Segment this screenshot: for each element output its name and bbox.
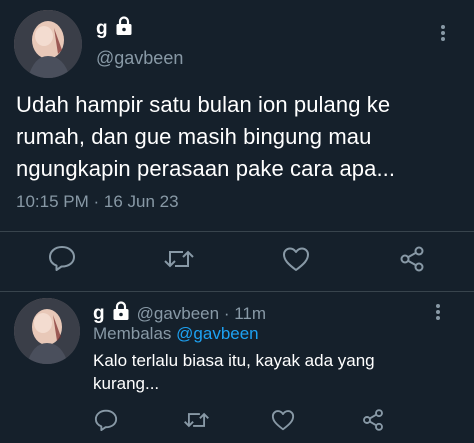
more-options-icon[interactable] (435, 303, 441, 326)
user-handle[interactable]: @gavbeen (96, 48, 183, 69)
retweet-icon[interactable] (163, 246, 195, 272)
avatar[interactable] (14, 298, 80, 364)
reply-text-line: Kalo terlalu biasa itu, kayak ada yang (93, 351, 375, 370)
display-name[interactable]: g (96, 18, 108, 40)
user-handle-time[interactable]: @gavbeen · 11m (137, 304, 266, 324)
like-icon[interactable] (282, 246, 310, 272)
more-options-icon[interactable] (440, 24, 446, 47)
lock-icon (115, 16, 133, 41)
replying-to: Membalas @gavbeen (93, 324, 259, 344)
share-icon[interactable] (398, 245, 426, 273)
replying-prefix: Membalas (93, 324, 172, 343)
share-icon[interactable] (361, 408, 385, 432)
reply-icon[interactable] (94, 409, 118, 431)
tweet-text-line: rumah, dan gue masih bingung mau (16, 124, 372, 149)
mention-link[interactable]: @gavbeen (176, 324, 259, 343)
tweet-text-line: Udah hampir satu bulan ion pulang ke (16, 92, 391, 117)
lock-icon (112, 301, 130, 326)
tweet-text: Udah hampir satu bulan ion pulang ke rum… (16, 89, 466, 185)
divider (0, 291, 474, 292)
like-icon[interactable] (271, 409, 295, 431)
retweet-icon[interactable] (183, 409, 210, 431)
display-name[interactable]: g (93, 303, 105, 325)
reply-text: Kalo terlalu biasa itu, kayak ada yang k… (93, 349, 463, 395)
tweet-text-line: ngungkapin perasaan pake cara apa... (16, 156, 396, 181)
tweet-timestamp[interactable]: 10:15 PM · 16 Jun 23 (16, 192, 179, 212)
reply-text-line: kurang... (93, 374, 160, 393)
divider (0, 231, 474, 232)
avatar[interactable] (14, 10, 82, 78)
reply-icon[interactable] (48, 245, 76, 271)
